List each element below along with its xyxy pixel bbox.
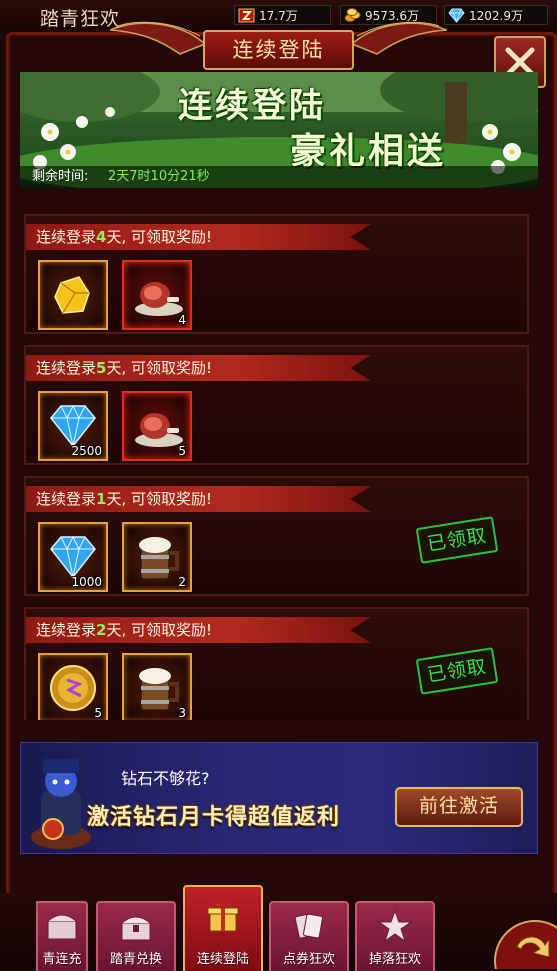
item-count: 1000 — [71, 575, 102, 589]
activate-button[interactable]: 前往激活 — [395, 787, 523, 827]
beer-mug-icon — [139, 668, 179, 711]
tab-label: 踏青兑换 — [109, 952, 162, 967]
chest-icon — [47, 914, 77, 940]
condition-suffix: 天, 可领取奖励! — [106, 228, 213, 246]
item-count: 2 — [178, 575, 186, 589]
event-title: 踏青狂欢 — [40, 8, 121, 30]
condition-days: 2 — [96, 621, 107, 639]
event-banner: 连续登陆 豪礼相送 剩余时间: 2天7时10分21秒 — [20, 72, 538, 188]
condition-suffix: 天, 可领取奖励! — [106, 490, 213, 508]
gift-icon — [207, 903, 239, 932]
treasure-chest-icon — [121, 916, 151, 941]
reward-card: 连续登录1天, 可领取奖励! 1000 2 已领取 — [24, 476, 529, 596]
monthly-card-promo: 钻石不够花? 激活钻石月卡得超值返利 前往激活 — [20, 742, 538, 854]
countdown-label: 剩余时间: — [32, 169, 89, 184]
condition-prefix: 连续登录 — [36, 621, 97, 639]
reward-condition: 连续登录1天, 可领取奖励! — [26, 486, 371, 512]
condition-suffix: 天, 可领取奖励! — [106, 359, 213, 377]
tab-label: 点券狂欢 — [282, 952, 335, 967]
reward-item[interactable]: 1000 — [38, 522, 108, 592]
reward-condition: 连续登录2天, 可领取奖励! — [26, 617, 371, 643]
countdown-bar: 剩余时间: 2天7时10分21秒 — [20, 166, 538, 188]
reward-item[interactable]: 3 — [122, 653, 192, 720]
condition-prefix: 连续登录 — [36, 490, 97, 508]
condition-prefix: 连续登录 — [36, 359, 97, 377]
tab-label: 青连充 — [42, 952, 82, 967]
condition-days: 4 — [96, 228, 107, 246]
reward-card: 连续登录4天, 可领取奖励! 4 — [24, 214, 529, 334]
reward-item[interactable]: 2500 — [38, 391, 108, 461]
star-icon — [377, 909, 413, 943]
claimed-stamp: 已领取 — [415, 516, 499, 564]
roast-meat-icon — [135, 413, 183, 447]
beer-mug-icon — [139, 537, 179, 580]
diamond-icon — [448, 8, 465, 23]
reward-condition: 连续登录4天, 可领取奖励! — [26, 224, 371, 250]
claimed-stamp: 已领取 — [415, 647, 499, 695]
promo-headline: 激活钻石月卡得超值返利 — [87, 805, 341, 830]
item-count: 5 — [94, 706, 102, 720]
tab-exchange[interactable]: 踏青兑换 — [96, 901, 176, 971]
tab-recharge[interactable]: 青连充 — [36, 901, 88, 971]
reward-condition: 连续登录5天, 可领取奖励! — [26, 355, 371, 381]
tab-label: 掉落狂欢 — [368, 952, 421, 967]
condition-suffix: 天, 可领取奖励! — [106, 621, 213, 639]
reward-list[interactable]: 连续登录4天, 可领取奖励! 4 连续登录5天, 可领取奖励! 2500 5 连… — [24, 214, 532, 720]
countdown-value: 2天7时10分21秒 — [108, 169, 210, 184]
condition-days: 5 — [96, 359, 107, 377]
cards-icon — [294, 913, 323, 939]
tab-label: 连续登陆 — [196, 952, 249, 967]
item-count: 2500 — [71, 444, 102, 458]
reward-item[interactable]: 2 — [122, 522, 192, 592]
gem-value: 1202.9万 — [469, 9, 523, 23]
tab-drop-carnival[interactable]: 掉落狂欢 — [355, 901, 435, 971]
bottom-tab-bar: 青连充 踏青兑换 连续登陆 点券狂欢 掉落狂欢 — [0, 885, 557, 971]
reward-card: 连续登录5天, 可领取奖励! 2500 5 — [24, 345, 529, 465]
tab-consecutive-login[interactable]: 连续登陆 — [183, 885, 263, 971]
item-count: 4 — [178, 313, 186, 327]
condition-days: 1 — [96, 490, 107, 508]
panel-title: 连续登陆 — [203, 30, 354, 70]
gem-counter: 1202.9万 — [444, 5, 548, 25]
tab-voucher-carnival[interactable]: 点券狂欢 — [269, 901, 349, 971]
condition-prefix: 连续登录 — [36, 228, 97, 246]
item-count: 3 — [178, 706, 186, 720]
reward-item[interactable]: 4 — [122, 260, 192, 330]
roast-meat-icon — [135, 282, 183, 316]
gold-orb-icon — [50, 665, 96, 711]
reward-item[interactable]: 5 — [38, 653, 108, 720]
gold-crystal-icon — [54, 276, 90, 314]
reward-item[interactable] — [38, 260, 108, 330]
reward-card: 连续登录2天, 可领取奖励! 5 3 已领取 — [24, 607, 529, 720]
item-count: 5 — [178, 444, 186, 458]
banner-headline: 连续登陆 — [178, 86, 326, 126]
promo-question: 钻石不够花? — [121, 769, 210, 788]
back-arrow-icon[interactable] — [487, 917, 557, 969]
reward-item[interactable]: 5 — [122, 391, 192, 461]
